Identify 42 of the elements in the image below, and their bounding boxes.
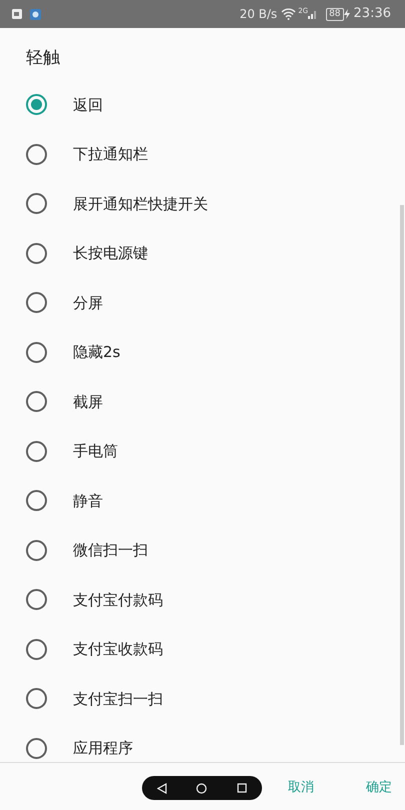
radio-button[interactable] [26,589,47,610]
radio-button[interactable] [26,440,47,462]
option-label: 隐藏2s [73,342,120,363]
radio-button[interactable] [26,688,47,710]
dialog-title: 轻触 [26,48,60,68]
radio-button[interactable] [26,540,47,561]
radio-button[interactable] [26,94,47,116]
option-label: 返回 [73,94,103,116]
wifi-icon [281,8,296,20]
back-icon[interactable] [156,782,167,794]
option-label: 微信扫一扫 [73,540,148,561]
radio-button[interactable] [26,490,47,512]
option-label: 分屏 [73,292,103,314]
cancel-button[interactable]: 取消 [284,776,318,800]
signal-icon [308,9,318,19]
network-speed: 20 B/s [240,6,278,23]
confirm-button[interactable]: 确定 [362,776,396,800]
notification-icon [12,9,22,19]
radio-button[interactable] [26,738,47,759]
option-label: 支付宝扫一扫 [73,688,163,710]
option-label: 支付宝收款码 [73,639,163,660]
radio-button[interactable] [26,292,47,314]
clock: 23:36 [354,5,391,24]
home-icon[interactable] [196,782,208,794]
battery-level: 88 [326,8,344,20]
radio-button[interactable] [26,391,47,412]
option-label: 应用程序 [73,738,133,759]
app-icon [30,8,41,20]
radio-button[interactable] [26,342,47,363]
option-label: 长按电源键 [73,243,148,264]
radio-button[interactable] [26,193,47,214]
option-label: 展开通知栏快捷开关 [73,194,208,214]
option-label: 手电筒 [73,441,118,462]
charging-icon [344,9,350,19]
radio-button[interactable] [26,242,47,264]
option-label: 截屏 [73,392,103,412]
radio-button[interactable] [26,144,47,165]
recents-icon[interactable] [237,783,248,793]
option-label: 静音 [73,490,103,512]
radio-button[interactable] [26,638,47,660]
option-label: 下拉通知栏 [73,144,148,165]
option-label: 支付宝付款码 [73,590,163,610]
